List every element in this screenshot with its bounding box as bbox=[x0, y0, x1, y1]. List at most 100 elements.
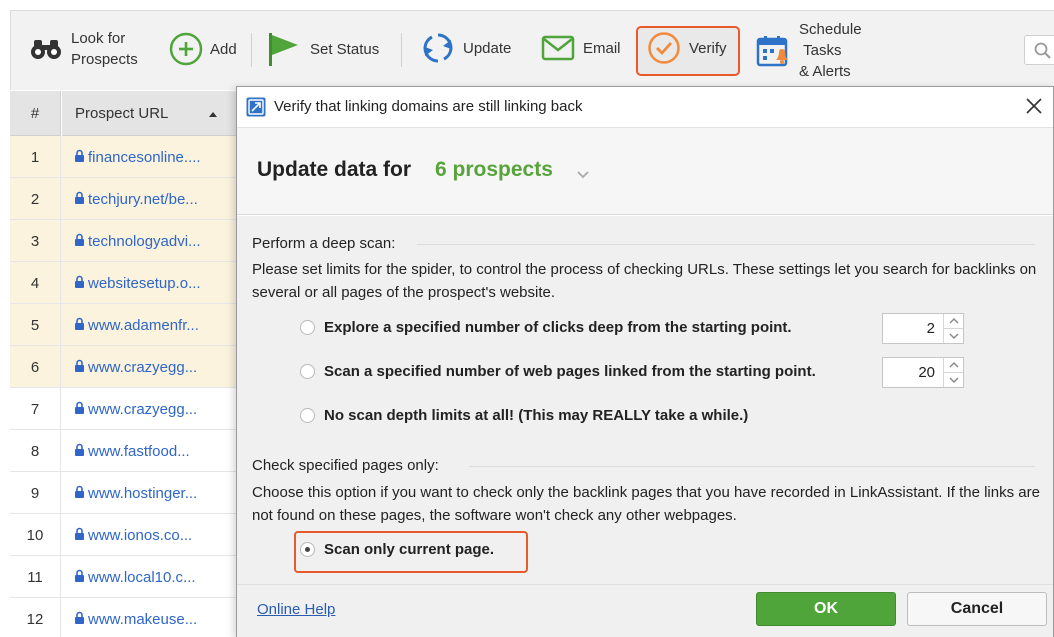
web-pages-value[interactable]: 20 bbox=[883, 358, 943, 387]
update-data-heading: Update data for bbox=[257, 158, 412, 181]
lock-icon bbox=[74, 191, 85, 208]
update-label: Update bbox=[463, 39, 512, 57]
stepper-down-icon[interactable] bbox=[944, 372, 963, 387]
prospect-url-text: techjury.net/be... bbox=[88, 190, 198, 208]
envelope-icon bbox=[541, 35, 575, 61]
chevron-down-icon[interactable] bbox=[577, 166, 589, 184]
row-number: 5 bbox=[10, 304, 61, 346]
check-circle-icon bbox=[647, 31, 681, 65]
check-pages-description: Choose this option if you want to check … bbox=[252, 484, 1040, 524]
prospect-url-text: financesonline.... bbox=[88, 148, 201, 166]
row-number: 3 bbox=[10, 220, 61, 262]
row-number: 4 bbox=[10, 262, 61, 304]
search-icon bbox=[1034, 42, 1052, 65]
add-button[interactable]: Add bbox=[169, 32, 237, 66]
lock-icon bbox=[74, 569, 85, 586]
prospect-url-link[interactable]: technologyadvi... bbox=[74, 220, 201, 262]
radio-web-pages[interactable] bbox=[300, 364, 315, 379]
radio-no-limits[interactable] bbox=[300, 408, 315, 423]
table-row[interactable]: 10 www.ionos.co... bbox=[10, 514, 238, 556]
add-label: Add bbox=[210, 40, 237, 58]
toolbar-separator bbox=[251, 33, 252, 67]
row-number: 2 bbox=[10, 178, 61, 220]
row-number: 10 bbox=[10, 514, 61, 556]
row-number: 8 bbox=[10, 430, 61, 472]
option-no-limits[interactable]: No scan depth limits at all! (This may R… bbox=[300, 407, 748, 424]
web-pages-stepper[interactable]: 20 bbox=[882, 357, 964, 388]
prospect-url-text: www.local10.c... bbox=[88, 568, 196, 586]
prospect-url-text: www.adamenfr... bbox=[88, 316, 199, 334]
table-row[interactable]: 1 financesonline.... bbox=[10, 136, 238, 178]
lock-icon bbox=[74, 443, 85, 460]
prospect-url-link[interactable]: www.ionos.co... bbox=[74, 514, 192, 556]
prospect-url-link[interactable]: websitesetup.o... bbox=[74, 262, 201, 304]
toolbar: Look for Prospects Add Set Status Update … bbox=[10, 10, 1054, 90]
prospect-url-text: websitesetup.o... bbox=[88, 274, 201, 292]
prospect-url-text: www.makeuse... bbox=[88, 610, 198, 628]
sort-ascending-icon bbox=[209, 112, 217, 117]
look-for-label-1: Look for bbox=[71, 30, 126, 47]
cancel-button[interactable]: Cancel bbox=[907, 592, 1047, 626]
option-pages-label: Scan a specified number of web pages lin… bbox=[324, 363, 816, 380]
table-row[interactable]: 2 techjury.net/be... bbox=[10, 178, 238, 220]
prospect-url-link[interactable]: www.fastfood... bbox=[74, 430, 190, 472]
table-row[interactable]: 6 www.crazyegg... bbox=[10, 346, 238, 388]
prospect-url-link[interactable]: www.makeuse... bbox=[74, 598, 197, 637]
prospect-url-link[interactable]: www.hostinger... bbox=[74, 472, 197, 514]
lock-icon bbox=[74, 149, 85, 166]
email-button[interactable]: Email bbox=[541, 35, 621, 61]
table-row[interactable]: 7 www.crazyegg... bbox=[10, 388, 238, 430]
clicks-deep-value[interactable]: 2 bbox=[883, 314, 943, 343]
section-divider bbox=[417, 244, 1035, 245]
table-row[interactable]: 8 www.fastfood... bbox=[10, 430, 238, 472]
row-number: 7 bbox=[10, 388, 61, 430]
stepper-up-icon[interactable] bbox=[944, 358, 963, 372]
schedule-label-3: & Alerts bbox=[799, 63, 851, 80]
schedule-tasks-button[interactable]: Schedule Tasks & Alerts bbox=[755, 19, 862, 82]
stepper-down-icon[interactable] bbox=[944, 328, 963, 343]
table-row[interactable]: 4 websitesetup.o... bbox=[10, 262, 238, 304]
online-help-link[interactable]: Online Help bbox=[257, 601, 335, 618]
table-row[interactable]: 11 www.local10.c... bbox=[10, 556, 238, 598]
search-input[interactable] bbox=[1024, 35, 1054, 65]
stepper-up-icon[interactable] bbox=[944, 314, 963, 328]
schedule-label-1: Schedule bbox=[799, 21, 862, 38]
option-web-pages[interactable]: Scan a specified number of web pages lin… bbox=[300, 363, 816, 380]
verify-button[interactable]: Verify bbox=[647, 31, 727, 65]
lock-icon bbox=[74, 233, 85, 250]
prospect-url-link[interactable]: financesonline.... bbox=[74, 136, 201, 178]
lock-icon bbox=[74, 527, 85, 544]
flag-icon bbox=[266, 31, 302, 67]
clicks-deep-stepper[interactable]: 2 bbox=[882, 313, 964, 344]
option-clicks-deep[interactable]: Explore a specified number of clicks dee… bbox=[300, 319, 792, 336]
prospect-url-link[interactable]: www.crazyegg... bbox=[74, 346, 197, 388]
set-status-button[interactable]: Set Status bbox=[266, 31, 379, 67]
prospects-count-dropdown[interactable]: 6 prospects bbox=[435, 158, 553, 182]
radio-clicks-deep[interactable] bbox=[300, 320, 315, 335]
column-header-number[interactable]: # bbox=[10, 91, 61, 136]
table-row[interactable]: 5 www.adamenfr... bbox=[10, 304, 238, 346]
refresh-icon bbox=[421, 31, 455, 65]
schedule-label-2: Tasks bbox=[803, 42, 842, 59]
ok-button[interactable]: OK bbox=[756, 592, 896, 626]
prospect-url-link[interactable]: techjury.net/be... bbox=[74, 178, 198, 220]
close-icon[interactable] bbox=[1023, 95, 1045, 117]
verify-dialog: Verify that linking domains are still li… bbox=[236, 86, 1054, 637]
row-number: 6 bbox=[10, 346, 61, 388]
column-header-prospect-url[interactable]: Prospect URL bbox=[62, 91, 238, 136]
table-row[interactable]: 9 www.hostinger... bbox=[10, 472, 238, 514]
set-status-label: Set Status bbox=[310, 40, 380, 58]
table-row[interactable]: 3 technologyadvi... bbox=[10, 220, 238, 262]
prospect-url-link[interactable]: www.adamenfr... bbox=[74, 304, 199, 346]
toolbar-separator bbox=[401, 33, 402, 67]
row-number: 1 bbox=[10, 136, 61, 178]
table-row[interactable]: 12 www.makeuse... bbox=[10, 598, 238, 637]
row-number: 9 bbox=[10, 472, 61, 514]
deep-scan-description: Please set limits for the spider, to con… bbox=[252, 261, 1037, 301]
lock-icon bbox=[74, 275, 85, 292]
update-button[interactable]: Update bbox=[421, 31, 511, 65]
look-for-prospects-button[interactable]: Look for Prospects bbox=[29, 28, 138, 70]
prospect-url-link[interactable]: www.crazyegg... bbox=[74, 388, 197, 430]
prospect-url-link[interactable]: www.local10.c... bbox=[74, 556, 196, 598]
lock-icon bbox=[74, 317, 85, 334]
